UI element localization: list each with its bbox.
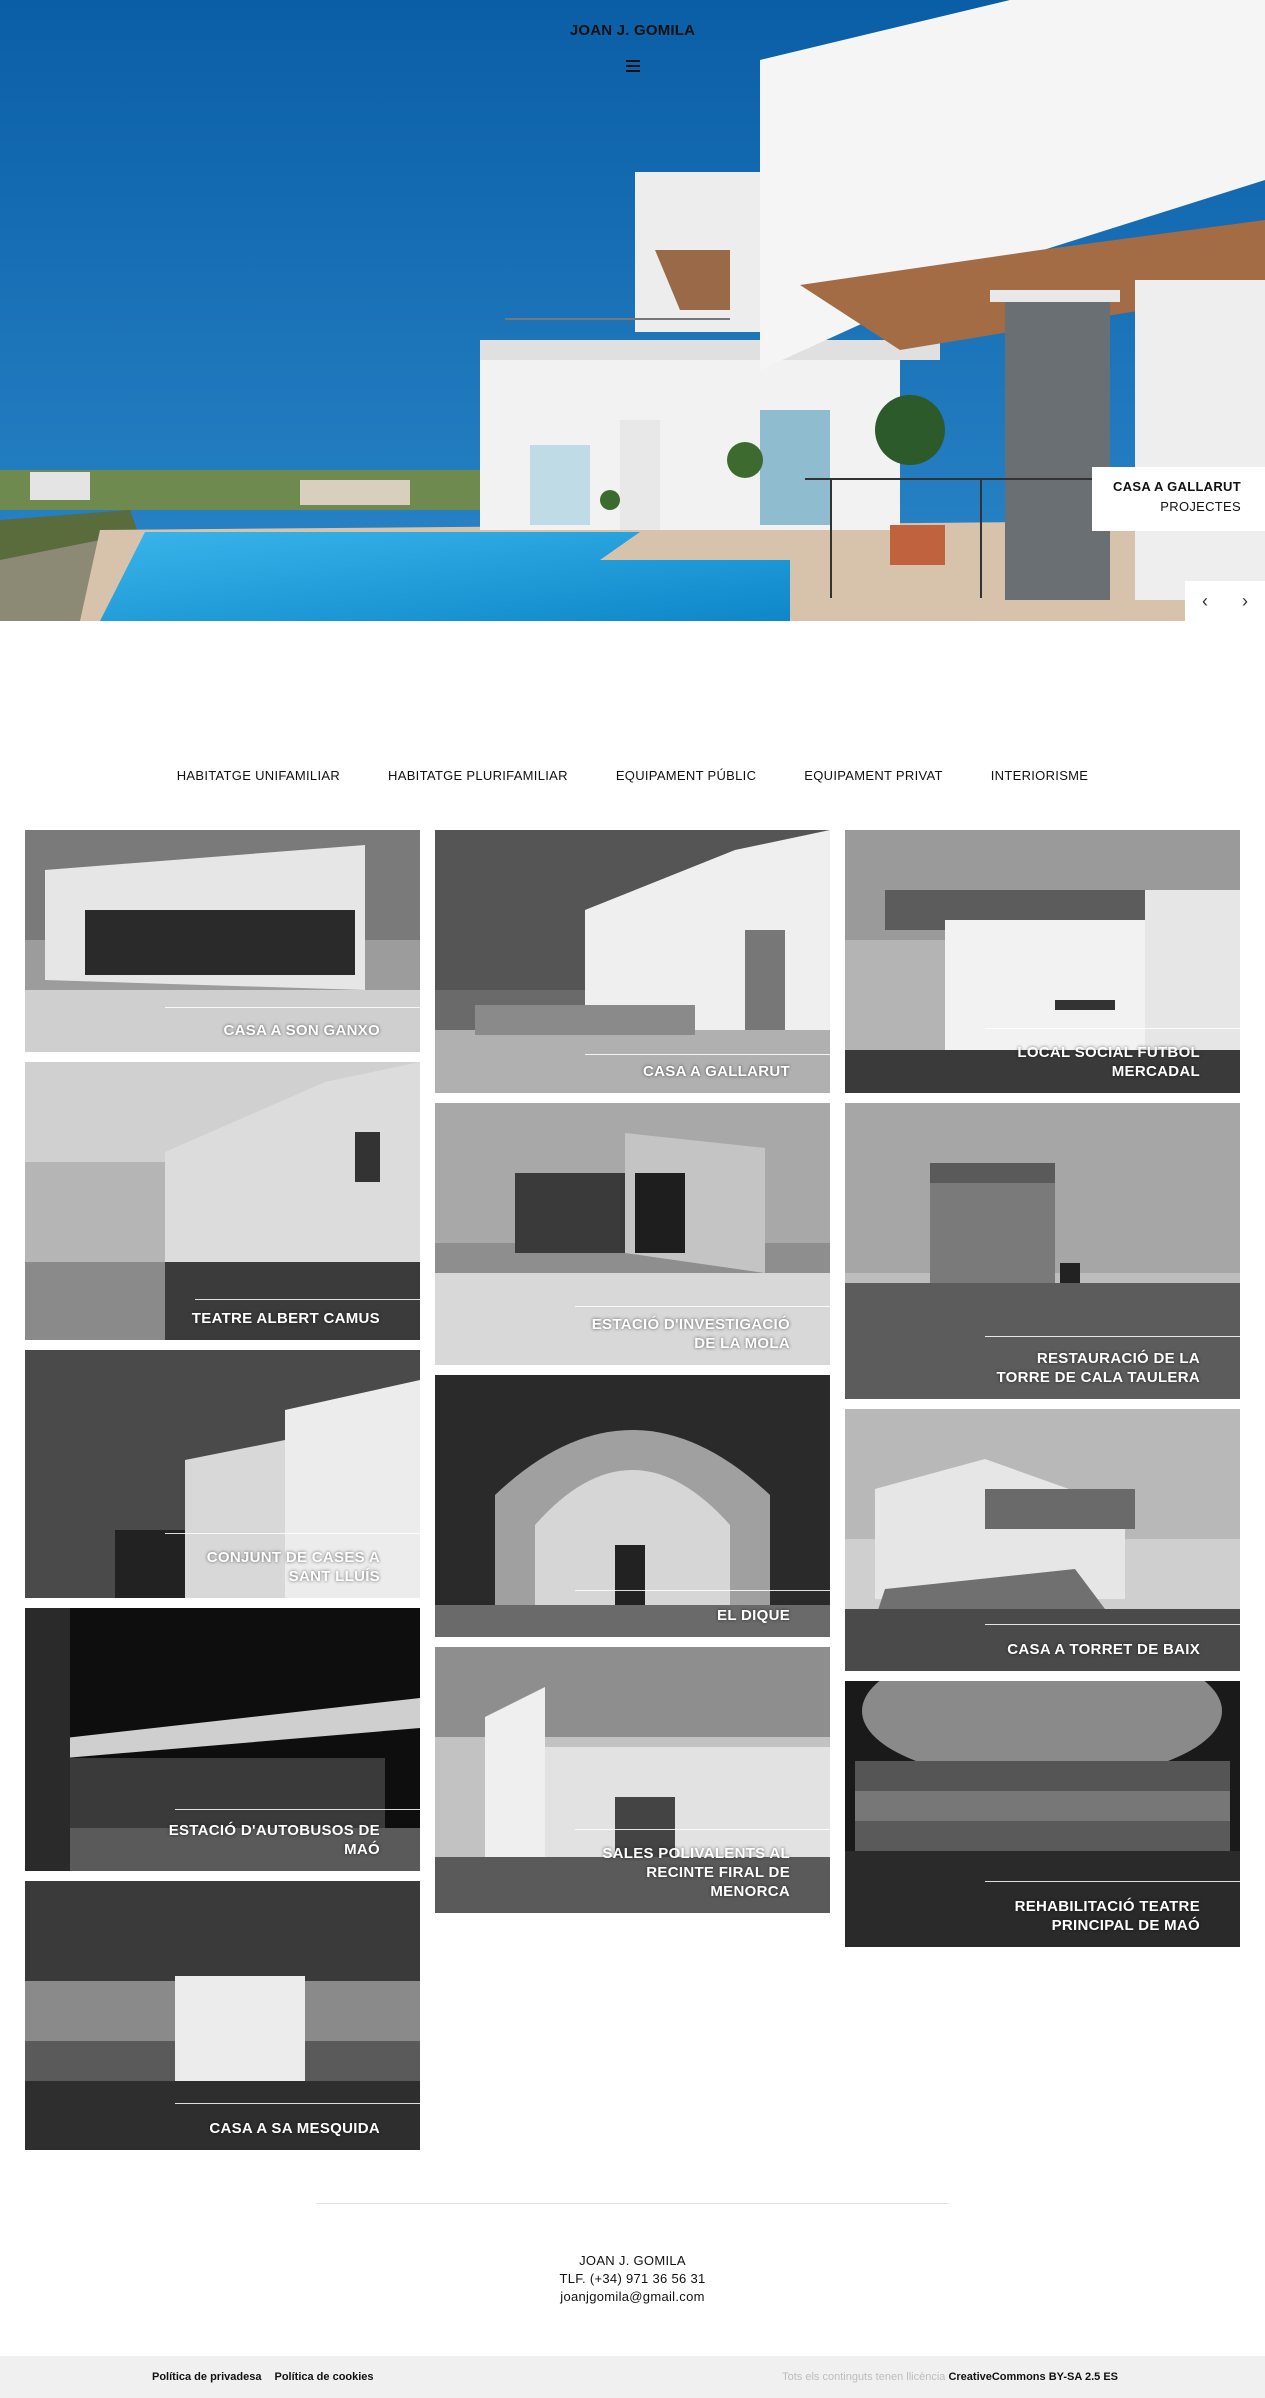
project-card[interactable]: CASA A SA MESQUIDA bbox=[25, 1881, 420, 2150]
license-note: Tots els continguts tenen llicència Crea… bbox=[782, 2371, 1118, 2383]
chevron-left-icon[interactable]: ‹ bbox=[1185, 581, 1225, 621]
hero-image bbox=[0, 0, 1265, 621]
project-image bbox=[25, 1881, 420, 2150]
project-card[interactable]: CASA A GALLARUT bbox=[435, 830, 830, 1093]
chevron-right-icon[interactable]: › bbox=[1225, 581, 1265, 621]
project-title: SANT LLUÍS bbox=[288, 1568, 380, 1585]
filter-equipament-public[interactable]: EQUIPAMENT PÚBLIC bbox=[616, 768, 756, 783]
project-card[interactable]: CASA A TORRET DE BAIX bbox=[845, 1409, 1240, 1671]
project-title: MENORCA bbox=[710, 1883, 790, 1900]
slider-nav: ‹ › bbox=[1185, 581, 1265, 621]
project-card[interactable]: LOCAL SOCIAL FUTBOL MERCADAL bbox=[845, 830, 1240, 1093]
hero-slider: JOAN J. GOMILA CASA A GALLARUT PROJECTES… bbox=[0, 0, 1265, 621]
project-title: CASA A TORRET DE BAIX bbox=[1007, 1641, 1200, 1658]
project-title: ESTACIÓ D'AUTOBUSOS DE bbox=[168, 1822, 380, 1839]
project-card[interactable]: ESTACIÓ D'INVESTIGACIÓ DE LA MOLA bbox=[435, 1103, 830, 1365]
project-title: CONJUNT DE CASES A bbox=[206, 1549, 380, 1566]
filter-equipament-privat[interactable]: EQUIPAMENT PRIVAT bbox=[804, 768, 943, 783]
project-title: TEATRE ALBERT CAMUS bbox=[191, 1310, 380, 1327]
project-card[interactable]: CASA A SON GANXO bbox=[25, 830, 420, 1052]
footer-divider bbox=[316, 2203, 949, 2204]
footer-phone: TLF. (+34) 971 36 56 31 bbox=[559, 2271, 706, 2286]
project-image bbox=[435, 1375, 830, 1637]
project-image bbox=[845, 1409, 1240, 1671]
project-card[interactable]: RESTAURACIÓ DE LA TORRE DE CALA TAULERA bbox=[845, 1103, 1240, 1399]
legal-links: Política de privadesa Política de cookie… bbox=[152, 2371, 384, 2383]
slide-caption-category: PROJECTES bbox=[1160, 499, 1241, 514]
project-title: EL DIQUE bbox=[717, 1607, 790, 1624]
bottom-bar: Política de privadesa Política de cookie… bbox=[0, 2356, 1265, 2398]
filter-interiorisme[interactable]: INTERIORISME bbox=[991, 768, 1089, 783]
category-filters: HABITATGE UNIFAMILIAR HABITATGE PLURIFAM… bbox=[0, 768, 1265, 783]
project-title: CASA A GALLARUT bbox=[643, 1063, 790, 1080]
project-title: RECINTE FIRAL DE bbox=[646, 1864, 790, 1881]
footer-name: JOAN J. GOMILA bbox=[579, 2253, 686, 2268]
site-logo[interactable]: JOAN J. GOMILA bbox=[0, 22, 1265, 39]
project-card[interactable]: TEATRE ALBERT CAMUS bbox=[25, 1062, 420, 1340]
footer-email[interactable]: joanjgomila@gmail.com bbox=[0, 2288, 1265, 2306]
project-title: PRINCIPAL DE MAÓ bbox=[1051, 1917, 1200, 1934]
license-text: Tots els continguts tenen llicència bbox=[782, 2371, 946, 2383]
slide-caption[interactable]: CASA A GALLARUT PROJECTES bbox=[1092, 467, 1265, 531]
project-card[interactable]: REHABILITACIÓ TEATRE PRINCIPAL DE MAÓ bbox=[845, 1681, 1240, 1947]
project-title: MERCADAL bbox=[1111, 1063, 1200, 1080]
project-title: ESTACIÓ D'INVESTIGACIÓ bbox=[591, 1316, 790, 1333]
project-card[interactable]: ESTACIÓ D'AUTOBUSOS DE MAÓ bbox=[25, 1608, 420, 1871]
privacy-policy-link[interactable]: Política de privadesa bbox=[152, 2371, 261, 2383]
filter-habitatge-plurifamiliar[interactable]: HABITATGE PLURIFAMILIAR bbox=[388, 768, 568, 783]
license-link[interactable]: CreativeCommons BY-SA 2.5 ES bbox=[948, 2371, 1118, 2383]
project-image bbox=[25, 830, 420, 1052]
footer-contact: JOAN J. GOMILA TLF. (+34) 971 36 56 31 j… bbox=[0, 2252, 1265, 2306]
project-title: LOCAL SOCIAL FUTBOL bbox=[1017, 1044, 1200, 1061]
project-title: DE LA MOLA bbox=[694, 1335, 790, 1352]
project-title: RESTAURACIÓ DE LA bbox=[1036, 1350, 1200, 1367]
project-title: MAÓ bbox=[344, 1841, 380, 1858]
project-card[interactable]: EL DIQUE bbox=[435, 1375, 830, 1637]
project-title: TORRE DE CALA TAULERA bbox=[996, 1369, 1200, 1386]
project-title: CASA A SA MESQUIDA bbox=[209, 2120, 380, 2137]
project-title: SALES POLIVALENTS AL bbox=[602, 1845, 790, 1862]
slide-caption-title[interactable]: CASA A GALLARUT bbox=[1092, 479, 1241, 494]
cookie-policy-link[interactable]: Política de cookies bbox=[275, 2371, 374, 2383]
hamburger-icon[interactable] bbox=[626, 60, 640, 74]
filter-habitatge-unifamiliar[interactable]: HABITATGE UNIFAMILIAR bbox=[177, 768, 340, 783]
project-title: CASA A SON GANXO bbox=[223, 1022, 380, 1039]
project-title: REHABILITACIÓ TEATRE bbox=[1014, 1898, 1200, 1915]
project-card[interactable]: SALES POLIVALENTS AL RECINTE FIRAL DE MENO… bbox=[435, 1647, 830, 1913]
project-card[interactable]: CONJUNT DE CASES A SANT LLUÍS bbox=[25, 1350, 420, 1598]
